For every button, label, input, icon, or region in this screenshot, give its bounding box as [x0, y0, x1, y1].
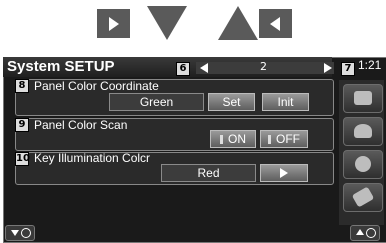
callout-10: 10 [15, 152, 30, 166]
callout-7: 7 [341, 62, 355, 76]
triangle-up-icon[interactable] [218, 6, 258, 40]
scroll-down-button[interactable] [5, 225, 35, 241]
key-illumination-value: Red [161, 164, 256, 182]
callout-6: 6 [176, 62, 190, 76]
play-icon [280, 168, 288, 178]
knob-icon [21, 228, 31, 238]
knob-icon [366, 228, 376, 238]
disc-icon [355, 156, 371, 172]
sidebar-grid-button[interactable] [343, 84, 383, 113]
scan-off-button[interactable]: OFF [260, 130, 308, 148]
off-indicator [268, 135, 271, 145]
triangle-down-icon[interactable] [147, 6, 187, 40]
panel-color-scan-label: Panel Color Scan [34, 118, 128, 132]
chevron-up-icon [356, 229, 364, 235]
key-illumination-next-button[interactable] [260, 164, 308, 182]
page-prev-icon[interactable] [200, 63, 208, 73]
init-button[interactable]: Init [262, 93, 309, 111]
scan-on-label: ON [228, 132, 246, 146]
color-coordinate-value: Green [109, 93, 204, 111]
back-icon[interactable] [259, 9, 292, 38]
page-title: System SETUP [7, 58, 115, 75]
scan-off-label: OFF [276, 132, 300, 146]
clock: 1:21 [358, 58, 382, 72]
on-indicator [220, 135, 223, 145]
sidebar-disc-button[interactable] [343, 150, 383, 179]
tools-icon [351, 186, 375, 208]
key-illumination-label: Key Illumination Colcr [34, 151, 151, 165]
panel-color-coordinate-label: Panel Color Coordinate [34, 79, 159, 93]
scan-on-button[interactable]: ON [210, 130, 256, 148]
arrow-right-icon [109, 17, 119, 31]
chevron-down-icon [11, 230, 19, 236]
page-next-icon[interactable] [324, 63, 332, 73]
page-number: 2 [260, 60, 267, 73]
sidebar-hand-button[interactable] [343, 117, 383, 146]
callout-9: 9 [15, 118, 29, 132]
forward-icon[interactable] [97, 9, 130, 38]
grid-icon [354, 91, 372, 105]
set-button[interactable]: Set [208, 93, 255, 111]
scroll-up-button[interactable] [350, 225, 380, 241]
callout-8: 8 [15, 79, 29, 93]
arrow-left-icon [270, 17, 280, 31]
hand-icon [354, 124, 372, 138]
sidebar-tools-button[interactable] [343, 183, 383, 212]
